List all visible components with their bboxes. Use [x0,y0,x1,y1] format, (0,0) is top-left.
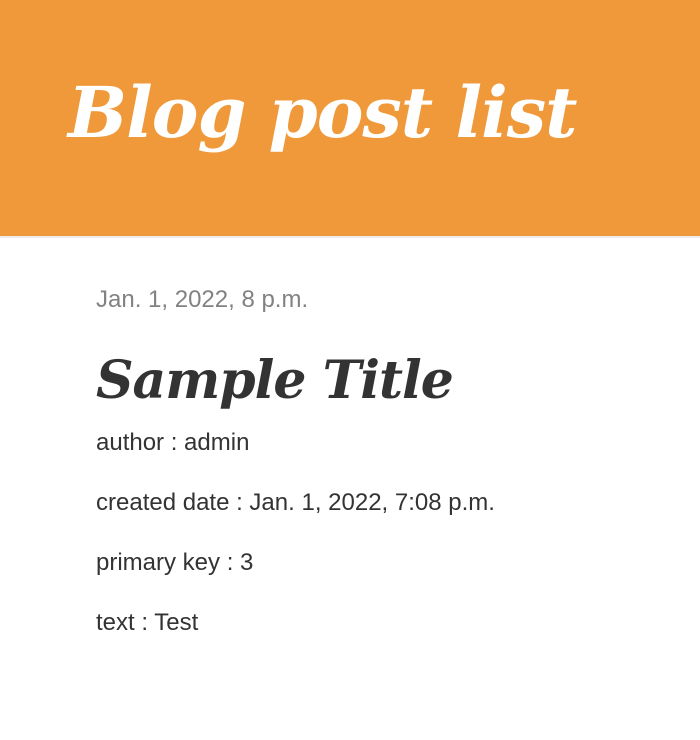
page-header: Blog post list [0,0,700,238]
post-title[interactable]: Sample Title [96,355,700,407]
post-item: Jan. 1, 2022, 8 p.m. Sample Title author… [96,285,700,638]
post-primary-key: primary key : 3 [96,549,254,576]
post-published-date: Jan. 1, 2022, 8 p.m. [96,286,309,313]
post-text: text : Test [96,609,199,636]
page-title[interactable]: Blog post list [68,78,577,148]
post-list: Jan. 1, 2022, 8 p.m. Sample Title author… [0,238,700,638]
post-author: author : admin [96,429,250,456]
post-created-date: created date : Jan. 1, 2022, 7:08 p.m. [96,489,495,516]
